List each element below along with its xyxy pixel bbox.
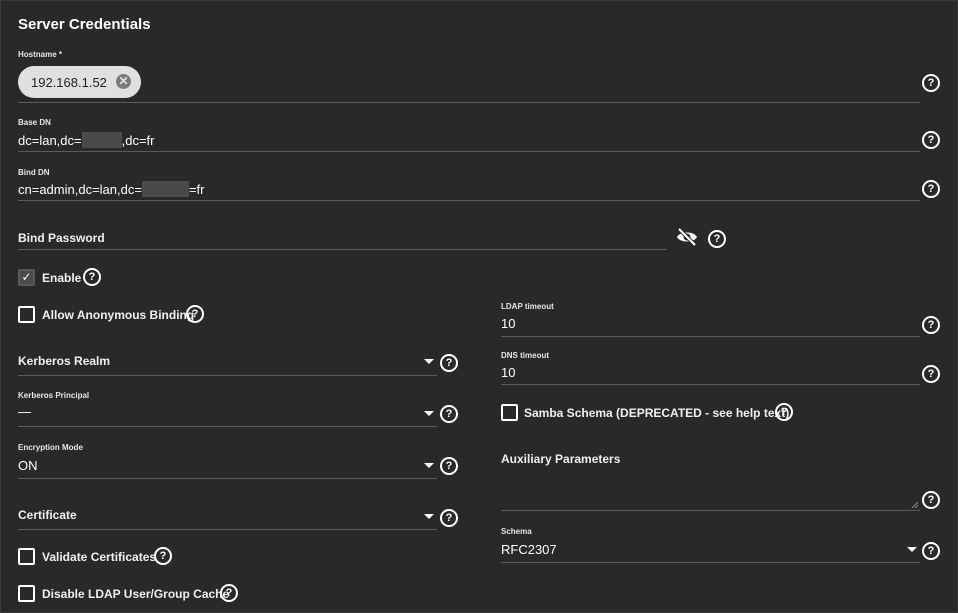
help-circle-icon[interactable]: ? bbox=[708, 230, 726, 248]
help-circle-icon[interactable]: ? bbox=[922, 542, 940, 560]
hostname-chip-text: 192.168.1.52 bbox=[31, 75, 107, 90]
help-circle-icon[interactable]: ? bbox=[775, 403, 793, 421]
enable-checkbox[interactable]: ✓ bbox=[18, 269, 35, 286]
ldap-timeout-label: LDAP timeout bbox=[501, 302, 554, 311]
dns-timeout-input[interactable]: 10 bbox=[501, 365, 515, 380]
help-circle-icon[interactable]: ? bbox=[922, 180, 940, 198]
certificate-select[interactable]: Certificate bbox=[18, 508, 77, 522]
base-dn-input[interactable]: dc=lan,dc= ,dc=fr bbox=[18, 132, 154, 148]
samba-schema-checkbox[interactable] bbox=[501, 404, 518, 421]
bind-dn-label: Bind DN bbox=[18, 168, 50, 177]
samba-schema-label: Samba Schema (DEPRECATED - see help text… bbox=[524, 406, 790, 420]
bind-dn-value-suffix: =fr bbox=[188, 182, 205, 197]
bind-password-input[interactable]: Bind Password bbox=[18, 231, 105, 245]
schema-select[interactable]: RFC2307 bbox=[501, 542, 557, 557]
ldap-timeout-underline bbox=[501, 336, 920, 337]
schema-label: Schema bbox=[501, 527, 532, 536]
help-circle-icon[interactable]: ? bbox=[922, 316, 940, 334]
bind-dn-underline bbox=[18, 200, 920, 201]
help-circle-icon[interactable]: ? bbox=[922, 491, 940, 509]
validate-certificates-label: Validate Certificates bbox=[42, 550, 157, 564]
disable-cache-label: Disable LDAP User/Group Cache bbox=[42, 587, 230, 601]
encryption-mode-underline bbox=[18, 478, 437, 479]
help-circle-icon[interactable]: ? bbox=[922, 131, 940, 149]
cancel-circle-icon[interactable]: ✕ bbox=[116, 74, 131, 89]
base-dn-underline bbox=[18, 151, 920, 152]
hostname-underline bbox=[18, 102, 920, 103]
kerberos-principal-label: Kerberos Principal bbox=[18, 391, 90, 400]
caret-down-icon[interactable] bbox=[424, 411, 434, 416]
encryption-mode-select[interactable]: ON bbox=[18, 458, 38, 473]
hostname-label: Hostname * bbox=[18, 50, 63, 59]
hostname-chip[interactable]: 192.168.1.52 ✕ bbox=[18, 66, 141, 98]
ldap-form-panel: Server Credentials Hostname * 192.168.1.… bbox=[0, 0, 958, 613]
auxiliary-parameters-underline bbox=[501, 510, 920, 511]
encryption-mode-label: Encryption Mode bbox=[18, 443, 83, 452]
base-dn-label: Base DN bbox=[18, 118, 51, 127]
caret-down-icon[interactable] bbox=[907, 547, 917, 552]
resize-handle-icon[interactable] bbox=[911, 501, 919, 509]
help-circle-icon[interactable]: ? bbox=[922, 74, 940, 92]
help-circle-icon[interactable]: ? bbox=[440, 457, 458, 475]
caret-down-icon[interactable] bbox=[424, 359, 434, 364]
auxiliary-parameters-label: Auxiliary Parameters bbox=[501, 452, 621, 466]
kerberos-principal-select[interactable]: — bbox=[18, 404, 31, 419]
caret-down-icon[interactable] bbox=[424, 514, 434, 519]
help-circle-icon[interactable]: ? bbox=[220, 584, 238, 602]
kerberos-realm-underline bbox=[18, 375, 437, 376]
base-dn-value-prefix: dc=lan,dc= bbox=[18, 133, 82, 148]
disable-cache-checkbox[interactable] bbox=[18, 585, 35, 602]
auxiliary-parameters-textarea[interactable] bbox=[501, 469, 920, 509]
schema-underline bbox=[501, 562, 920, 563]
allow-anonymous-label: Allow Anonymous Binding bbox=[42, 308, 195, 322]
kerberos-realm-select[interactable]: Kerberos Realm bbox=[18, 354, 110, 368]
dns-timeout-label: DNS timeout bbox=[501, 351, 549, 360]
help-circle-icon[interactable]: ? bbox=[186, 305, 204, 323]
ldap-timeout-input[interactable]: 10 bbox=[501, 316, 515, 331]
redacted-value bbox=[141, 181, 189, 197]
help-circle-icon[interactable]: ? bbox=[922, 365, 940, 383]
help-circle-icon[interactable]: ? bbox=[440, 509, 458, 527]
base-dn-value-suffix: ,dc=fr bbox=[121, 133, 155, 148]
dns-timeout-underline bbox=[501, 384, 920, 385]
help-circle-icon[interactable]: ? bbox=[83, 268, 101, 286]
bind-dn-value-prefix: cn=admin,dc=lan,dc= bbox=[18, 182, 142, 197]
certificate-underline bbox=[18, 529, 437, 530]
eye-off-icon[interactable] bbox=[675, 227, 699, 247]
kerberos-principal-underline bbox=[18, 426, 437, 427]
bind-password-underline bbox=[18, 249, 667, 250]
help-circle-icon[interactable]: ? bbox=[440, 405, 458, 423]
validate-certificates-checkbox[interactable] bbox=[18, 548, 35, 565]
redacted-value bbox=[81, 132, 122, 148]
help-circle-icon[interactable]: ? bbox=[154, 547, 172, 565]
caret-down-icon[interactable] bbox=[424, 463, 434, 468]
help-circle-icon[interactable]: ? bbox=[440, 354, 458, 372]
enable-label: Enable bbox=[42, 271, 82, 285]
section-title: Server Credentials bbox=[18, 16, 151, 33]
bind-dn-input[interactable]: cn=admin,dc=lan,dc= =fr bbox=[18, 181, 205, 197]
allow-anonymous-checkbox[interactable] bbox=[18, 306, 35, 323]
